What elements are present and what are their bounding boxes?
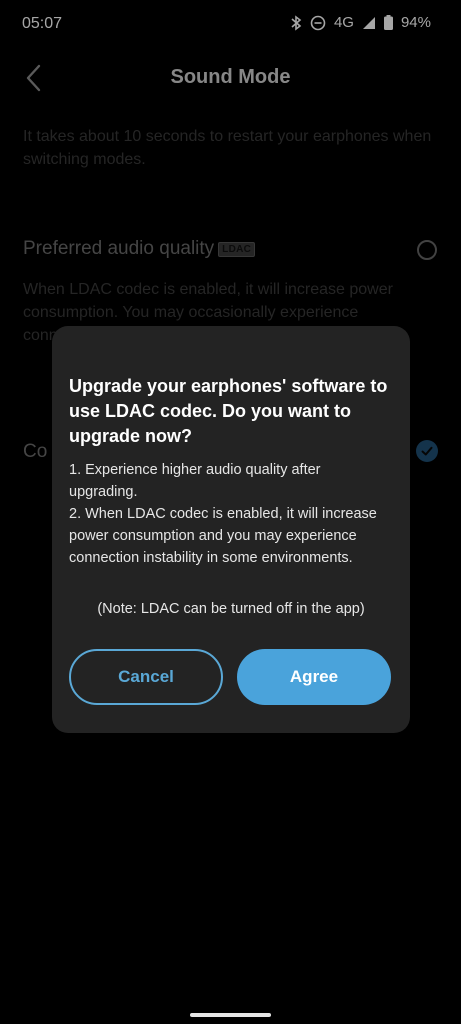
dialog-body: 1. Experience higher audio quality after…	[69, 459, 389, 569]
upgrade-dialog: Upgrade your earphones' software to use …	[52, 326, 410, 733]
agree-button[interactable]: Agree	[237, 649, 391, 705]
dialog-point-2: 2. When LDAC codec is enabled, it will i…	[69, 506, 377, 566]
dialog-note: (Note: LDAC can be turned off in the app…	[97, 601, 365, 617]
cancel-button[interactable]: Cancel	[69, 649, 223, 705]
gesture-navigation-bar[interactable]	[190, 1013, 271, 1017]
dialog-title: Upgrade your earphones' software to use …	[69, 376, 388, 446]
dialog-point-1: 1. Experience higher audio quality after…	[69, 462, 321, 500]
